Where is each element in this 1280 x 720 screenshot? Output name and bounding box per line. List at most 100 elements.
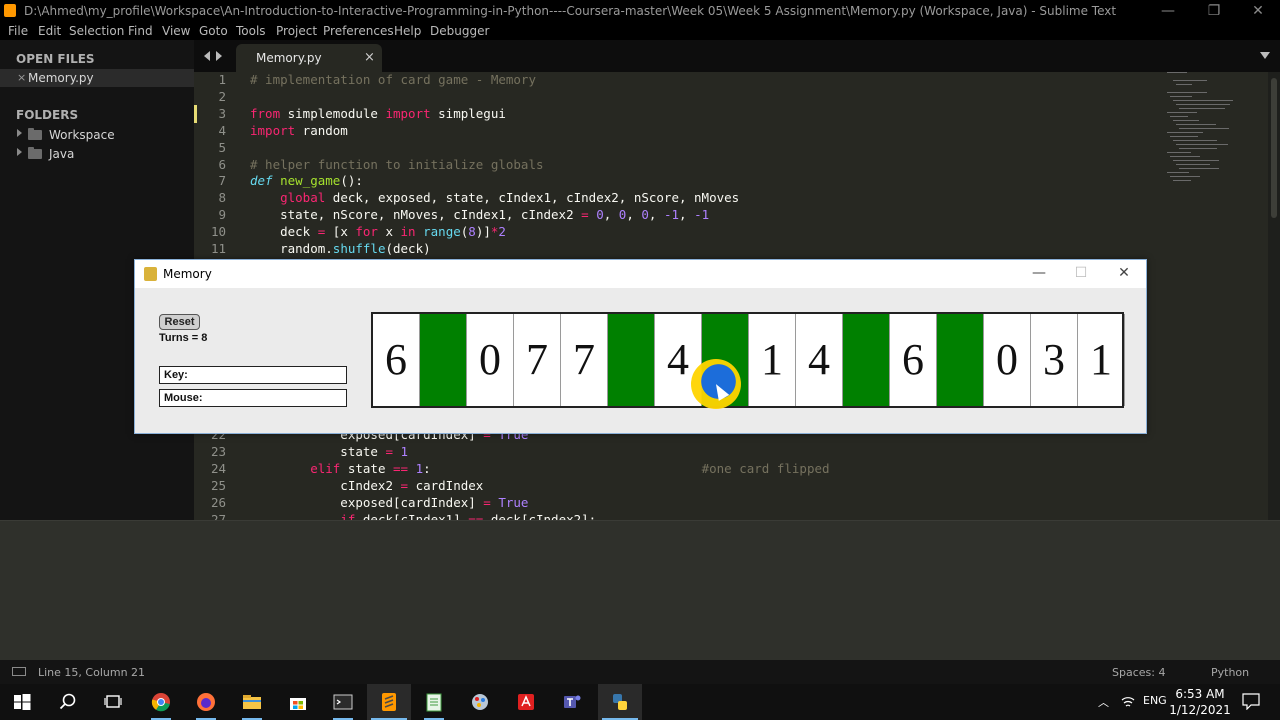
cursor-position[interactable]: Line 15, Column 21: [38, 666, 145, 679]
line-number: 8: [218, 190, 226, 206]
taskbar-firefox[interactable]: [184, 684, 228, 720]
syntax-setting[interactable]: Python: [1211, 666, 1249, 679]
code-token: state, nScore, nMoves, cIndex1, cIndex2: [250, 207, 582, 223]
tab-dropdown-icon[interactable]: [1260, 52, 1270, 59]
line-number: 7: [218, 173, 226, 189]
menu-view[interactable]: View: [162, 24, 190, 38]
memory-game-window[interactable]: Memory — ☐ ✕ Reset Turns = 8 Key: Mouse:…: [134, 259, 1147, 434]
acrobat-icon: [518, 694, 534, 710]
close-button[interactable]: ✕: [1236, 2, 1280, 20]
indentation-setting[interactable]: Spaces: 4: [1112, 666, 1165, 679]
minimap-line: [1176, 104, 1230, 105]
minimap-line: [1173, 100, 1233, 101]
panel-toggle-icon[interactable]: [12, 667, 26, 676]
memory-body: Reset Turns = 8 Key: Mouse: 60774146031: [135, 288, 1146, 433]
menu-help[interactable]: Help: [394, 24, 421, 38]
card-face-up[interactable]: 7: [514, 314, 561, 406]
mouse-label: Mouse:: [159, 389, 347, 407]
wifi-icon[interactable]: [1121, 695, 1135, 709]
menu-project[interactable]: Project: [276, 24, 317, 38]
code-line: # helper function to initialize globals: [250, 157, 544, 172]
notification-icon[interactable]: [1242, 693, 1260, 710]
tab-memory-py[interactable]: Memory.py ×: [236, 44, 382, 72]
card-face-up[interactable]: 1: [1078, 314, 1125, 406]
chrome-icon: [151, 693, 170, 712]
minimap[interactable]: [1163, 72, 1268, 192]
taskbar-acrobat[interactable]: [504, 684, 548, 720]
folder-java[interactable]: Java: [0, 145, 194, 163]
file-explorer-icon: [243, 695, 261, 709]
memory-title-bar[interactable]: Memory — ☐ ✕: [135, 260, 1146, 288]
menu-file[interactable]: File: [8, 24, 28, 38]
line-number: 9: [218, 207, 226, 223]
taskbar-file-explorer[interactable]: [230, 684, 274, 720]
editor-scrollbar[interactable]: [1268, 72, 1280, 520]
minimap-line: [1173, 140, 1217, 141]
notepad-icon: [426, 693, 442, 712]
line-number: 4: [218, 122, 226, 138]
open-file-memory-py[interactable]: × Memory.py: [0, 69, 194, 87]
minimap-line: [1176, 84, 1192, 85]
expand-arrow-icon[interactable]: [17, 148, 22, 156]
card-face-down[interactable]: [843, 314, 890, 406]
tray-chevron-icon[interactable]: ︿: [1098, 694, 1109, 710]
taskbar-terminal[interactable]: [321, 684, 365, 720]
memory-maximize-button[interactable]: ☐: [1061, 265, 1101, 281]
tab-next-icon[interactable]: [216, 51, 222, 61]
minimap-line: [1179, 148, 1217, 149]
memory-minimize-button[interactable]: —: [1019, 265, 1059, 281]
card-face-up[interactable]: 0: [467, 314, 514, 406]
minimap-line: [1179, 128, 1229, 129]
menu-debugger[interactable]: Debugger: [430, 24, 489, 38]
minimize-button[interactable]: —: [1146, 2, 1190, 20]
start-button[interactable]: [0, 684, 44, 720]
card-face-up[interactable]: 1: [749, 314, 796, 406]
memory-close-button[interactable]: ✕: [1104, 265, 1144, 281]
card-face-down[interactable]: [608, 314, 655, 406]
tab-close-icon[interactable]: ×: [364, 50, 375, 65]
search-button[interactable]: [46, 684, 90, 720]
minimap-line: [1167, 172, 1189, 173]
card-face-up[interactable]: 0: [984, 314, 1031, 406]
code-token: deck: [250, 224, 318, 240]
taskbar-notepad[interactable]: [412, 684, 456, 720]
console-panel[interactable]: [0, 520, 1280, 660]
card-board[interactable]: 60774146031: [371, 312, 1125, 408]
card-face-up[interactable]: 6: [373, 314, 420, 406]
taskbar-chrome[interactable]: [139, 684, 183, 720]
card-face-up[interactable]: 6: [890, 314, 937, 406]
taskbar-store[interactable]: [276, 684, 320, 720]
code-token: range: [423, 224, 461, 240]
menu-find[interactable]: Find: [128, 24, 153, 38]
taskbar-teams[interactable]: [550, 684, 594, 720]
card-face-down[interactable]: [420, 314, 467, 406]
menu-selection[interactable]: Selection: [69, 24, 124, 38]
card-face-down[interactable]: [937, 314, 984, 406]
menu-preferences[interactable]: Preferences: [323, 24, 394, 38]
card-face-up[interactable]: 3: [1031, 314, 1078, 406]
card-face-up[interactable]: 7: [561, 314, 608, 406]
menu-edit[interactable]: Edit: [38, 24, 61, 38]
taskbar-python[interactable]: [598, 684, 642, 720]
close-file-icon[interactable]: ×: [17, 71, 26, 84]
scrollbar-thumb[interactable]: [1271, 78, 1277, 218]
python-icon: [613, 694, 627, 710]
open-files-heading: OPEN FILES: [16, 52, 95, 66]
reset-button[interactable]: Reset: [159, 314, 200, 330]
clock[interactable]: 6:53 AM 1/12/2021: [1168, 686, 1232, 718]
menu-goto[interactable]: Goto: [199, 24, 228, 38]
card-face-up[interactable]: 4: [796, 314, 843, 406]
folder-workspace[interactable]: Workspace: [0, 126, 194, 144]
taskbar-sublime[interactable]: [367, 684, 411, 720]
taskbar-paint[interactable]: [458, 684, 502, 720]
store-icon: [290, 698, 306, 710]
code-token: state: [340, 460, 394, 476]
language-indicator[interactable]: ENG: [1143, 694, 1167, 707]
tab-prev-icon[interactable]: [204, 51, 210, 61]
task-view-button[interactable]: [91, 684, 135, 720]
expand-arrow-icon[interactable]: [17, 129, 22, 137]
maximize-button[interactable]: ❐: [1192, 2, 1236, 20]
code-token: from: [250, 105, 281, 121]
menu-tools[interactable]: Tools: [236, 24, 266, 38]
